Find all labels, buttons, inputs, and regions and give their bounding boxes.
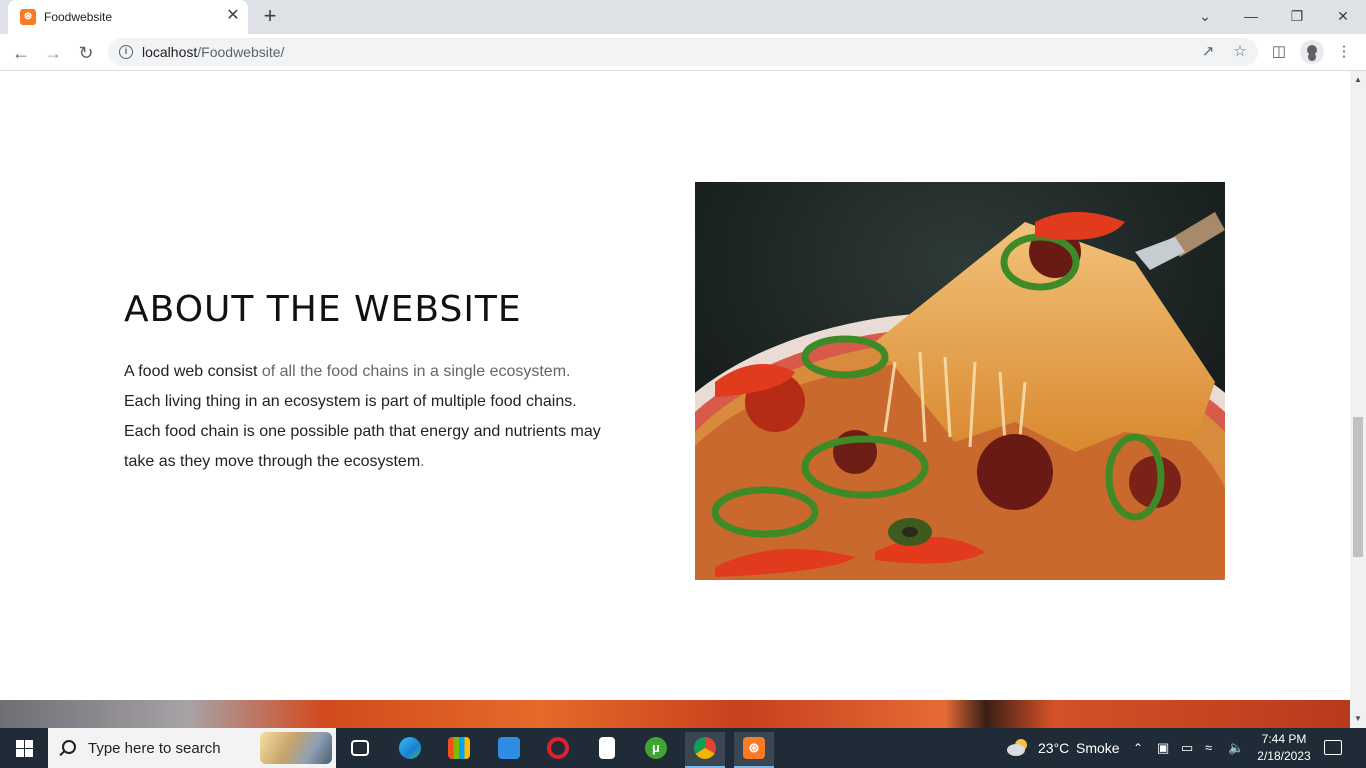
xampp-icon: ⊛ [20, 9, 36, 25]
back-icon[interactable]: ← [8, 40, 34, 66]
chrome-browser-icon[interactable] [685, 732, 725, 768]
task-view-icon[interactable] [340, 732, 380, 768]
page-viewport: ABOUT THE WEBSITE A food web consist of … [0, 71, 1350, 728]
clock-date: 2/18/2023 [1257, 749, 1311, 763]
battery-icon[interactable]: ▭ [1181, 728, 1193, 768]
browser-titlebar: ⊛ Foodwebsite ✕ + ⌄ — ❐ ✕ [0, 0, 1366, 34]
microsoft-store-icon[interactable] [439, 732, 479, 768]
pizza-image [695, 182, 1225, 580]
search-icon [62, 740, 76, 754]
scroll-up-arrow-icon[interactable]: ▲ [1350, 73, 1366, 87]
about-text-part1: A food web consist [124, 363, 262, 380]
about-paragraph: A food web consist of all the food chain… [124, 357, 604, 477]
xampp-taskbar-icon[interactable]: ⊛ [734, 732, 774, 768]
clock-time: 7:44 PM [1261, 732, 1307, 746]
page-scrollbar[interactable]: ▲ ▼ [1350, 71, 1366, 728]
weather-desc[interactable]: Smoke [1076, 728, 1120, 768]
taskbar-clock[interactable]: 7:44 PM 2/18/2023 [1252, 731, 1316, 765]
about-text-part3: Each living thing in an ecosystem is par… [124, 393, 601, 470]
scroll-down-arrow-icon[interactable]: ▼ [1350, 712, 1366, 726]
about-text-part2: of all the food chains in a single ecosy… [261, 363, 571, 380]
menu-kebab-icon[interactable]: ⋮ [1334, 42, 1354, 62]
close-window-icon[interactable]: ✕ [1331, 4, 1355, 28]
file-icon[interactable] [587, 732, 627, 768]
browser-tab[interactable]: ⊛ Foodwebsite ✕ [8, 0, 248, 34]
restore-icon[interactable]: ❐ [1285, 4, 1309, 28]
weather-temp[interactable]: 23°C [1038, 728, 1069, 768]
food-banner-image [0, 700, 1350, 728]
scrollbar-thumb[interactable] [1353, 417, 1363, 557]
profile-avatar-icon[interactable] [1300, 40, 1324, 64]
url-path: /Foodwebsite/ [197, 44, 285, 60]
url-text[interactable]: localhost/Foodwebsite/ [142, 44, 284, 60]
windows-taskbar: Type here to search μ ⊛ 23°C Smoke ⌃ ▣ ▭… [0, 728, 1366, 768]
about-text-part4: . [420, 453, 425, 470]
search-placeholder: Type here to search [88, 740, 221, 757]
close-tab-icon[interactable]: ✕ [224, 7, 242, 25]
show-hidden-icons-icon[interactable]: ⌃ [1133, 728, 1143, 768]
minimize-icon[interactable]: — [1239, 4, 1263, 28]
windows-start-icon[interactable] [0, 728, 48, 768]
taskbar-search-box[interactable]: Type here to search [48, 728, 336, 768]
new-tab-icon[interactable]: + [258, 5, 282, 29]
address-bar[interactable]: i localhost/Foodwebsite/ ↗ ☆ [108, 38, 1258, 66]
edge-browser-icon[interactable] [390, 732, 430, 768]
notification-center-icon[interactable] [1324, 740, 1342, 755]
url-host: localhost [142, 44, 198, 60]
search-highlight-image [260, 732, 332, 764]
meet-now-icon[interactable]: ▣ [1157, 728, 1169, 768]
site-info-icon[interactable]: i [119, 45, 133, 59]
side-panel-icon[interactable]: ◫ [1269, 42, 1289, 62]
forward-icon[interactable]: → [40, 40, 66, 66]
browser-toolbar: ← → ↻ i localhost/Foodwebsite/ ↗ ☆ ◫ ⋮ [0, 34, 1366, 71]
tab-search-icon[interactable]: ⌄ [1193, 4, 1217, 28]
mail-icon[interactable] [489, 732, 529, 768]
about-title: ABOUT THE WEBSITE [124, 289, 522, 330]
utorrent-icon[interactable]: μ [636, 732, 676, 768]
reload-icon[interactable]: ↻ [73, 40, 99, 66]
volume-icon[interactable]: 🔈 [1228, 728, 1244, 768]
bookmark-star-icon[interactable]: ☆ [1230, 42, 1250, 62]
opera-browser-icon[interactable] [538, 732, 578, 768]
share-icon[interactable]: ↗ [1198, 42, 1218, 62]
weather-cloud-icon[interactable] [1006, 738, 1030, 756]
tab-title: Foodwebsite [44, 10, 113, 24]
wifi-icon[interactable]: ≈ [1205, 728, 1212, 768]
